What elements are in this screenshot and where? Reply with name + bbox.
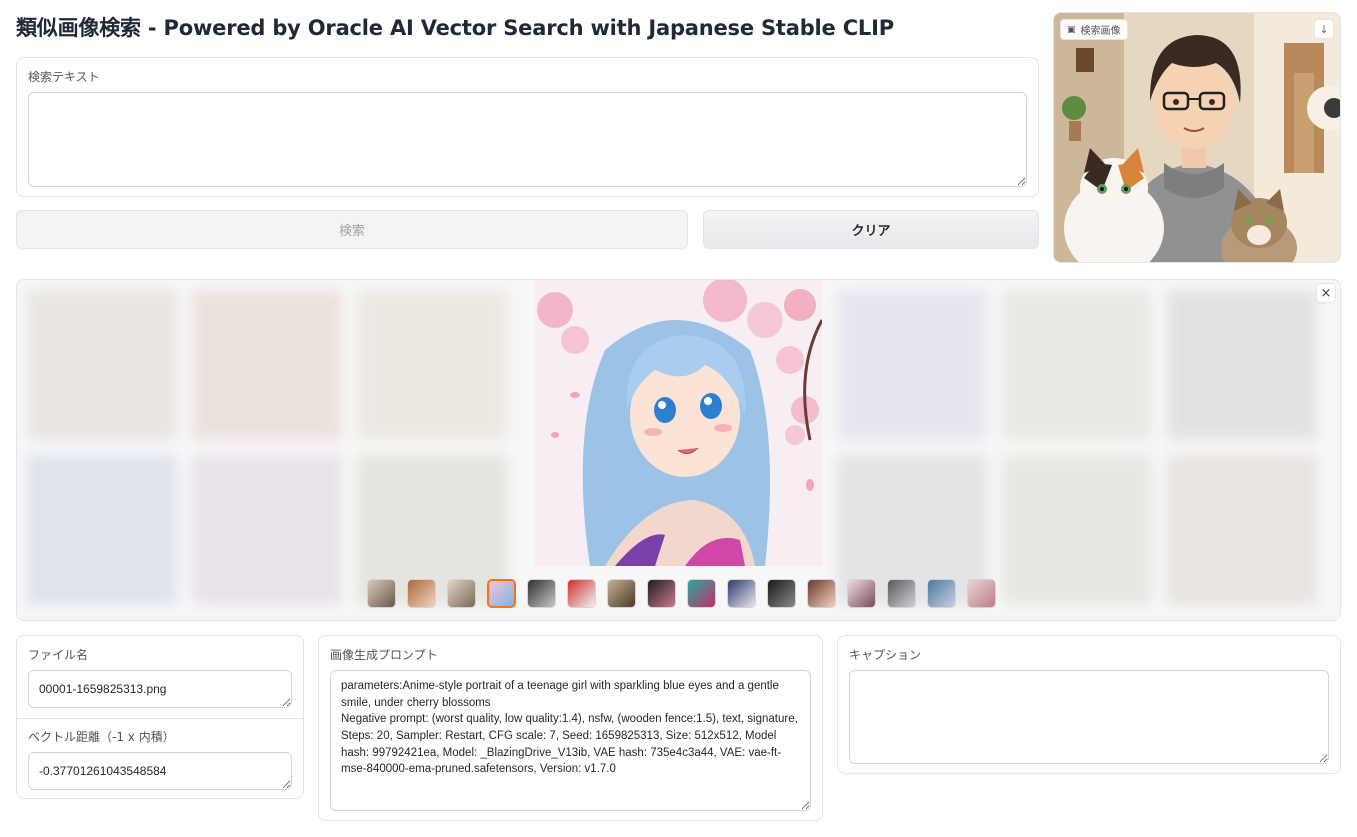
search-text-label: 検索テキスト	[28, 70, 100, 84]
thumbnail[interactable]	[527, 579, 556, 608]
gallery-tile[interactable]	[27, 290, 177, 440]
search-button[interactable]: 検索	[16, 210, 688, 249]
gallery-tile[interactable]	[1167, 290, 1317, 440]
page-title: 類似画像検索 - Powered by Oracle AI Vector Sea…	[16, 16, 894, 40]
thumbnail[interactable]	[567, 579, 596, 608]
thumbnail[interactable]	[847, 579, 876, 608]
thumbnail[interactable]	[767, 579, 796, 608]
thumbnail[interactable]	[807, 579, 836, 608]
search-image-label-text: 検索画像	[1080, 26, 1121, 37]
thumbnail[interactable]	[487, 579, 516, 608]
thumbnail[interactable]	[727, 579, 756, 608]
caption-block: キャプション	[837, 635, 1341, 774]
thumbnail[interactable]	[687, 579, 716, 608]
gallery-tile[interactable]	[192, 290, 342, 440]
search-image-panel[interactable]: ▣ 検索画像 ↓	[1053, 12, 1341, 263]
thumbnail[interactable]	[927, 579, 956, 608]
close-preview-icon[interactable]: ×	[1316, 283, 1336, 303]
thumbnail[interactable]	[887, 579, 916, 608]
distance-label: ベクトル距離（-1 x 内積）	[28, 730, 175, 744]
gallery-tile[interactable]	[357, 290, 507, 440]
prompt-label: 画像生成プロンプト	[330, 648, 438, 662]
thumbnail[interactable]	[407, 579, 436, 608]
gallery-tile[interactable]	[1002, 290, 1152, 440]
download-icon[interactable]: ↓	[1314, 19, 1334, 39]
gallery-tile[interactable]	[1167, 455, 1317, 605]
thumbnail[interactable]	[607, 579, 636, 608]
search-text-input[interactable]	[28, 92, 1027, 187]
prompt-block: 画像生成プロンプト parameters:Anime-style portrai…	[318, 635, 823, 821]
result-gallery: ×	[16, 279, 1341, 621]
gallery-tile[interactable]	[837, 290, 987, 440]
distance-field[interactable]: -0.37701261043548584	[28, 752, 292, 790]
gallery-tile[interactable]	[27, 455, 177, 605]
caption-label: キャプション	[849, 648, 922, 662]
thumbnail-strip	[367, 579, 996, 608]
file-info-block: ファイル名 00001-1659825313.png ベクトル距離（-1 x 内…	[16, 635, 304, 799]
image-icon: ▣	[1067, 24, 1076, 35]
clear-button[interactable]: クリア	[703, 210, 1039, 249]
search-text-block: 検索テキスト	[16, 57, 1039, 197]
search-image-label: ▣ 検索画像	[1060, 19, 1128, 40]
thumbnail[interactable]	[967, 579, 996, 608]
gallery-tile[interactable]	[192, 455, 342, 605]
thumbnail[interactable]	[647, 579, 676, 608]
gallery-tile[interactable]	[1002, 455, 1152, 605]
prompt-field[interactable]: parameters:Anime-style portrait of a tee…	[330, 670, 811, 811]
filename-label: ファイル名	[28, 648, 89, 662]
thumbnail[interactable]	[367, 579, 396, 608]
filename-field[interactable]: 00001-1659825313.png	[28, 670, 292, 708]
search-image	[1054, 13, 1340, 262]
divider	[17, 718, 303, 719]
gallery-preview-image[interactable]	[535, 280, 822, 566]
caption-field[interactable]	[849, 670, 1329, 764]
thumbnail[interactable]	[447, 579, 476, 608]
